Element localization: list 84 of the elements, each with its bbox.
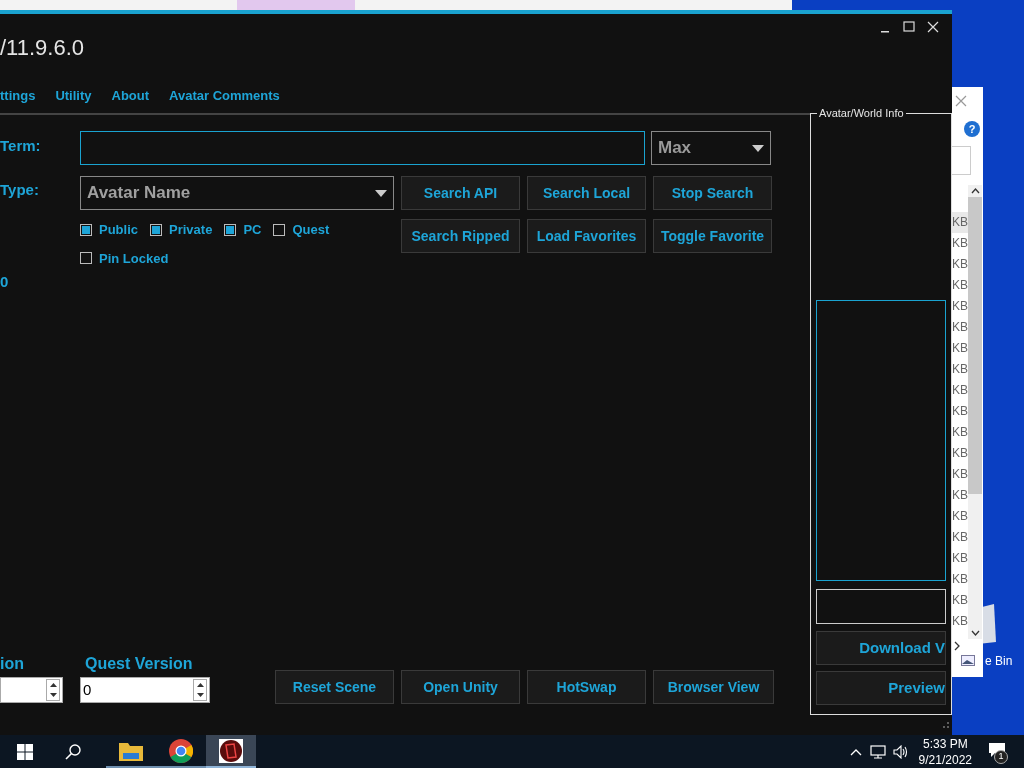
size-cell-text: KB [952,445,968,462]
action-button[interactable]: Reset Scene [275,670,394,704]
checkbox[interactable] [150,223,162,236]
action-button[interactable]: HotSwap [527,670,646,704]
size-cell-text: KB [952,424,968,441]
field-label: Term: [0,136,42,156]
type-dropdown[interactable]: Avatar Name [80,176,394,210]
size-cell-text: KB [952,298,968,315]
size-cell-text: KB [952,508,968,525]
checkbox-label: Pin Locked [99,249,169,268]
size-cell-text: KB [952,550,968,567]
network-icon[interactable] [869,744,886,759]
text-field[interactable] [952,146,971,175]
clock-time: 5:33 PM [922,735,968,752]
desktop-icon-label: e Bin [985,653,1013,670]
scrollbar[interactable] [968,185,982,639]
size-cell-text: KB [952,403,968,420]
field-label: Quest Version [85,655,194,673]
action-button[interactable]: Open Unity [401,670,520,704]
size-cell-text: KB [952,340,968,357]
menu-tab[interactable]: About [111,86,150,106]
result-count: 0 [0,272,10,292]
group-title: Avatar/World Info [817,106,906,120]
image-icon[interactable] [961,655,975,666]
size-cell-text: KB [952,613,968,630]
number-field[interactable] [0,677,63,703]
spinner-arrows-icon[interactable] [193,679,207,701]
action-button[interactable]: Search Local [527,176,646,210]
help-icon[interactable]: ? [964,121,980,137]
action-button[interactable]: Download V [816,631,946,665]
chevron-right-icon[interactable] [953,641,961,651]
limit-dropdown[interactable]: Max [651,131,771,165]
size-cell-text: KB [952,361,968,378]
speaker-icon[interactable] [892,744,908,759]
size-cell-text: KB [952,529,968,546]
window-title: /11.9.6.0 [0,35,85,61]
windows-logo-icon[interactable] [17,743,33,760]
resize-grip-icon [942,721,950,729]
action-button[interactable]: Load Favorites [527,219,646,253]
scroll-up-icon[interactable] [970,188,980,194]
size-cell-text: KB [952,277,968,294]
maximize-icon[interactable] [902,20,916,34]
menu-tab[interactable]: Avatar Comments [169,86,280,106]
size-cell: KB [952,212,968,233]
browser-icon [169,738,193,763]
number-field[interactable]: 0 [80,677,210,703]
size-cell-text: KB [952,466,968,483]
chevron-up-icon[interactable] [849,747,862,756]
menu-tab[interactable]: ttings [0,86,36,106]
checkbox[interactable] [80,252,92,265]
size-cell-text: KB [952,235,968,252]
app-icon [219,738,243,763]
size-cell-text: KB [952,256,968,273]
action-button[interactable]: Search API [401,176,520,210]
size-cell-text: KB [952,382,968,399]
checkbox-label: Public [99,221,138,239]
action-button[interactable]: Stop Search [653,176,772,210]
size-cell-text: KB [952,319,968,336]
action-button[interactable]: Preview [816,671,946,705]
field-label: Type: [0,180,40,200]
menu-tab[interactable]: Utility [55,86,92,106]
checkbox-label: Private [169,221,213,239]
caret-icon [752,144,764,152]
taskbar-button[interactable] [206,735,256,768]
action-button[interactable]: Search Ripped [401,219,520,253]
text-field[interactable] [816,589,946,624]
size-cell-text: KB [952,571,968,588]
spinner-arrows-icon[interactable] [46,679,60,701]
scroll-down-icon[interactable] [970,630,980,636]
size-cell-text: KB [952,487,968,504]
checkbox[interactable] [273,223,286,236]
action-button[interactable]: Toggle Favorite [653,219,772,253]
checkbox[interactable] [224,223,237,236]
folder-icon [119,740,143,761]
checkbox-label: Quest [292,221,330,239]
checkbox[interactable] [80,223,92,236]
action-button[interactable]: Browser View [653,670,774,704]
caret-icon [375,189,387,197]
checkbox-label: PC [243,221,262,239]
search-term-field[interactable] [80,131,645,165]
clock-date: 9/21/2022 [918,751,972,768]
field-label: ion [0,655,25,673]
search-icon[interactable] [65,743,81,760]
size-cell-text: KB [952,592,968,609]
